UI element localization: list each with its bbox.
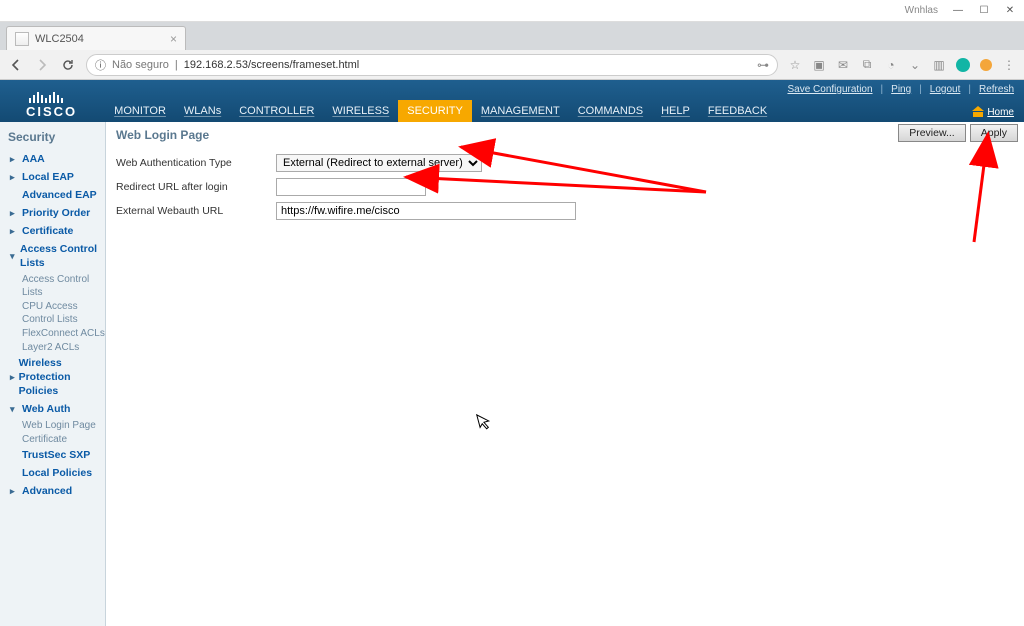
nav-security[interactable]: SECURITY — [398, 100, 472, 122]
sidebar-item-certificate[interactable]: ▸Certificate — [0, 222, 105, 240]
label-auth-type: Web Authentication Type — [116, 157, 276, 169]
sidebar-item-local-eap[interactable]: ▸Local EAP — [0, 168, 105, 186]
input-external-url[interactable] — [276, 202, 576, 220]
sidebar-sub-acl: Access Control Lists CPU Access Control … — [0, 272, 105, 354]
sidebar: Security ▸AAA ▸Local EAP Advanced EAP ▸P… — [0, 122, 106, 626]
shield-icon[interactable]: ▥ — [932, 58, 946, 72]
preview-button[interactable]: Preview... — [898, 124, 966, 142]
sidebar-item-local-policies[interactable]: Local Policies — [0, 464, 105, 482]
nav-wlans[interactable]: WLANs — [175, 100, 230, 122]
menu-icon[interactable]: ⋮ — [1002, 58, 1016, 72]
home-label: Home — [987, 107, 1014, 118]
nav-wireless[interactable]: WIRELESS — [323, 100, 398, 122]
home-link[interactable]: Home — [973, 107, 1014, 118]
new-tab-button[interactable] — [190, 32, 210, 50]
info-icon: ⓘ — [95, 57, 106, 73]
link-refresh[interactable]: Refresh — [979, 84, 1014, 95]
sidebar-sub-web-login-page[interactable]: Web Login Page — [22, 418, 105, 432]
browser-tabbar: WLC2504 × — [0, 22, 1024, 50]
label-redirect-url: Redirect URL after login — [116, 181, 276, 193]
tab-title: WLC2504 — [35, 33, 84, 45]
nav-commands[interactable]: COMMANDS — [569, 100, 652, 122]
extension-dot-icon[interactable] — [980, 59, 992, 71]
nav-management[interactable]: MANAGEMENT — [472, 100, 569, 122]
key-icon[interactable]: ⊶ — [757, 58, 769, 72]
link-ping[interactable]: Ping — [891, 84, 911, 95]
sidebar-sub-webauth: Web Login Page Certificate — [0, 418, 105, 446]
cast-icon[interactable]: ⧉ — [860, 58, 874, 72]
sidebar-sub-cpu-acl[interactable]: CPU Access Control Lists — [22, 299, 105, 326]
profile-avatar-icon[interactable] — [956, 58, 970, 72]
nav-monitor[interactable]: MONITOR — [105, 100, 175, 122]
home-icon — [973, 109, 983, 117]
cisco-bars-icon — [29, 89, 63, 103]
close-window-icon[interactable]: ✕ — [1004, 5, 1016, 17]
extension-icon[interactable]: ▣ — [812, 58, 826, 72]
brand-text: CISCO — [26, 104, 77, 119]
url-input[interactable]: ⓘ Não seguro | 192.168.2.53/screens/fram… — [86, 54, 778, 76]
maximize-icon[interactable]: ☐ — [978, 5, 990, 17]
sidebar-item-wireless-protection[interactable]: ▸Wireless Protection Policies — [0, 354, 105, 400]
sidebar-item-advanced[interactable]: ▸Advanced — [0, 482, 105, 500]
url-text: 192.168.2.53/screens/frameset.html — [184, 59, 359, 71]
reload-button[interactable] — [60, 57, 76, 73]
nav-feedback[interactable]: FEEDBACK — [699, 100, 776, 122]
select-auth-type[interactable]: External (Redirect to external server) — [276, 154, 482, 172]
star-icon[interactable]: ☆ — [788, 58, 802, 72]
pocket-icon[interactable]: ⌄ — [908, 58, 922, 72]
minimize-icon[interactable]: — — [952, 5, 964, 17]
sidebar-item-aaa[interactable]: ▸AAA — [0, 150, 105, 168]
label-external-url: External Webauth URL — [116, 205, 276, 217]
back-button[interactable] — [8, 57, 24, 73]
cursor-icon — [476, 411, 495, 435]
sidebar-title: Security — [0, 128, 105, 150]
sidebar-item-priority-order[interactable]: ▸Priority Order — [0, 204, 105, 222]
nav-help[interactable]: HELP — [652, 100, 699, 122]
sidebar-item-advanced-eap[interactable]: Advanced EAP — [0, 186, 105, 204]
sidebar-item-trustsec[interactable]: TrustSec SXP — [0, 446, 105, 464]
sidebar-sub-flexconnect-acl[interactable]: FlexConnect ACLs — [22, 326, 105, 340]
sidebar-item-acl[interactable]: ▾Access Control Lists — [0, 240, 105, 272]
clip-icon[interactable]: ◔ — [884, 58, 898, 72]
page-favicon-icon — [15, 32, 29, 46]
app-header: CISCO MONITOR WLANs CONTROLLER WIRELESS … — [0, 80, 1024, 122]
browser-toolbar-icons: ☆ ▣ ✉ ⧉ ◔ ⌄ ▥ ⋮ — [788, 58, 1016, 72]
content-area: Preview... Apply Web Login Page Web Auth… — [106, 122, 1024, 626]
row-redirect-url: Redirect URL after login — [116, 178, 1014, 196]
sidebar-item-web-auth[interactable]: ▾Web Auth — [0, 400, 105, 418]
main-wrap: Security ▸AAA ▸Local EAP Advanced EAP ▸P… — [0, 122, 1024, 626]
nav-controller[interactable]: CONTROLLER — [230, 100, 323, 122]
top-buttons: Preview... Apply — [898, 124, 1018, 142]
annotation-arrows — [106, 122, 1024, 626]
window-user-label: Wnhlas — [905, 5, 938, 16]
row-external-url: External Webauth URL — [116, 202, 1014, 220]
mail-icon[interactable]: ✉ — [836, 58, 850, 72]
input-redirect-url[interactable] — [276, 178, 426, 196]
top-nav: MONITOR WLANs CONTROLLER WIRELESS SECURI… — [105, 80, 776, 122]
window-titlebar: Wnhlas — ☐ ✕ — [0, 0, 1024, 22]
close-tab-icon[interactable]: × — [170, 32, 177, 46]
security-label: Não seguro — [112, 59, 169, 71]
row-auth-type: Web Authentication Type External (Redire… — [116, 154, 1014, 172]
link-save-config[interactable]: Save Configuration — [787, 84, 872, 95]
cisco-logo: CISCO — [0, 89, 77, 122]
header-right-links: Save Configuration| Ping| Logout| Refres… — [787, 84, 1014, 95]
link-logout[interactable]: Logout — [930, 84, 961, 95]
browser-addressbar: ⓘ Não seguro | 192.168.2.53/screens/fram… — [0, 50, 1024, 80]
sidebar-sub-acl-lists[interactable]: Access Control Lists — [22, 272, 105, 299]
forward-button[interactable] — [34, 57, 50, 73]
sidebar-sub-layer2-acl[interactable]: Layer2 ACLs — [22, 340, 105, 354]
page-title: Web Login Page — [116, 128, 1014, 142]
browser-tab[interactable]: WLC2504 × — [6, 26, 186, 50]
sidebar-sub-webauth-cert[interactable]: Certificate — [22, 432, 105, 446]
apply-button[interactable]: Apply — [970, 124, 1018, 142]
